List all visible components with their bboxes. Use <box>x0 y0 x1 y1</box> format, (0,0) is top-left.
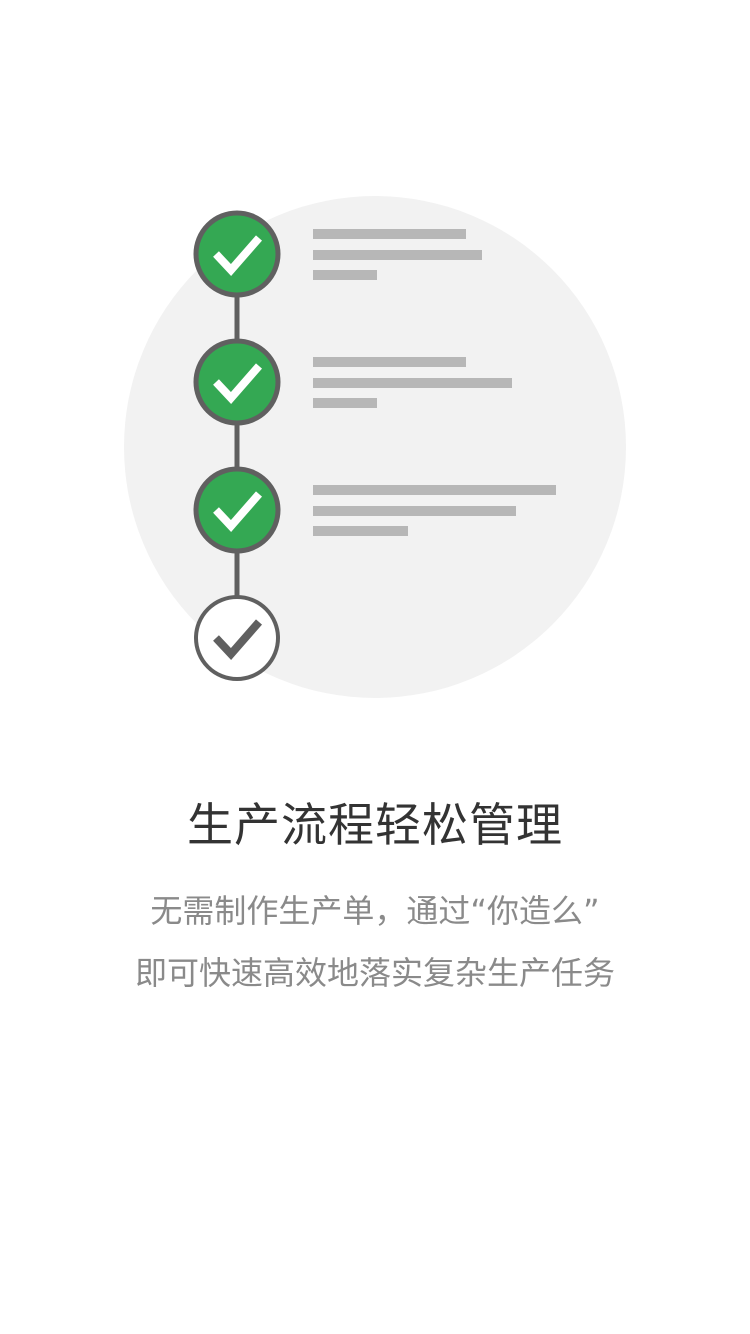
text-bar <box>313 378 512 388</box>
text-bar <box>313 485 556 495</box>
description-line-1: 无需制作生产单，通过“你造么” <box>150 892 600 930</box>
step-pending-4 <box>194 595 280 681</box>
description-line-2: 即可快速高效地落实复杂生产任务 <box>134 954 615 992</box>
step-completed-3 <box>193 466 281 554</box>
text-bar <box>313 250 482 260</box>
text-bar <box>313 506 516 516</box>
onboarding-title: 生产流程轻松管理 <box>187 798 563 852</box>
text-bar <box>313 526 408 536</box>
text-bar <box>313 229 466 239</box>
text-bar <box>313 398 377 408</box>
step-completed-2 <box>193 338 281 426</box>
text-bar <box>313 270 377 280</box>
step-completed-1 <box>193 210 281 298</box>
process-checklist-illustration <box>124 196 626 698</box>
onboarding-description: 无需制作生产单，通过“你造么” 即可快速高效地落实复杂生产任务 <box>0 880 750 1004</box>
text-bar <box>313 357 466 367</box>
